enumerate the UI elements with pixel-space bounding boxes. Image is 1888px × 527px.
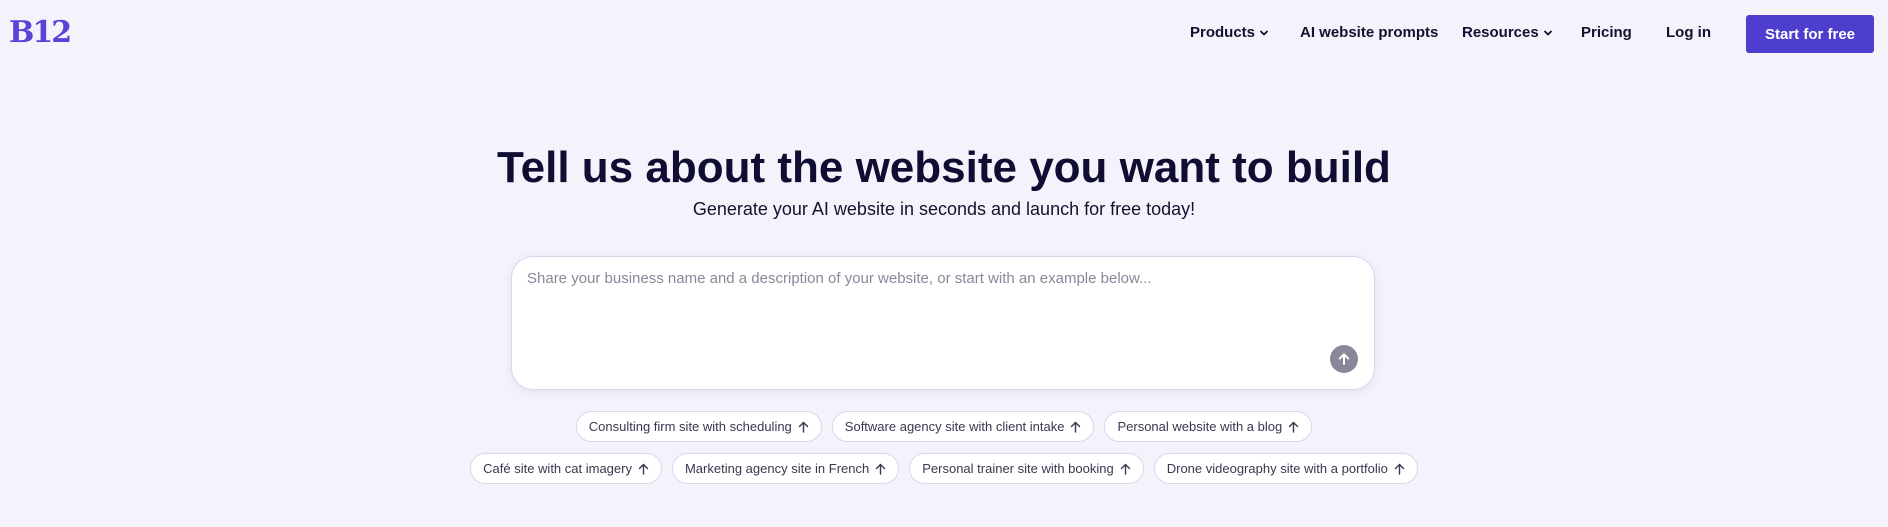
example-prompts-row-2: Café site with cat imagery Marketing age…: [0, 453, 1888, 484]
arrow-up-icon: [798, 421, 809, 433]
website-description-input[interactable]: [527, 269, 1347, 339]
example-chip-label: Personal website with a blog: [1117, 419, 1283, 434]
example-chip-label: Drone videography site with a portfolio: [1166, 461, 1388, 476]
example-chip-label: Software agency site with client intake: [844, 419, 1065, 434]
arrow-up-icon: [875, 463, 886, 475]
nav-products-label: Products: [1190, 24, 1256, 41]
nav-pricing-label: Pricing: [1581, 24, 1632, 41]
example-chip-software-agency[interactable]: Software agency site with client intake: [831, 411, 1095, 442]
example-chip-consulting[interactable]: Consulting firm site with scheduling: [575, 411, 822, 442]
example-chip-cafe[interactable]: Café site with cat imagery: [470, 453, 662, 484]
example-chip-marketing-agency[interactable]: Marketing agency site in French: [671, 453, 900, 484]
nav-log-in-label: Log in: [1666, 24, 1711, 41]
example-chip-label: Café site with cat imagery: [483, 461, 632, 476]
site-header: B12 Products AI website prompts Resource…: [0, 0, 1888, 66]
example-chip-label: Marketing agency site in French: [684, 461, 870, 476]
nav-ai-website-prompts[interactable]: AI website prompts: [1300, 22, 1438, 44]
page-title: Tell us about the website you want to bu…: [497, 143, 1391, 192]
b12-logo[interactable]: B12: [9, 14, 72, 52]
example-chip-label: Consulting firm site with scheduling: [588, 419, 792, 434]
arrow-up-icon: [1288, 421, 1299, 433]
submit-prompt-button[interactable]: [1330, 345, 1358, 373]
page-subtitle: Generate your AI website in seconds and …: [692, 199, 1196, 219]
arrow-up-icon: [638, 463, 649, 475]
nav-resources[interactable]: Resources: [1462, 22, 1553, 44]
nav-pricing[interactable]: Pricing: [1581, 22, 1632, 44]
nav-products[interactable]: Products: [1190, 22, 1269, 44]
arrow-up-icon: [1394, 463, 1405, 475]
arrow-up-icon: [1070, 421, 1081, 433]
chevron-down-icon: [1259, 28, 1269, 38]
arrow-up-icon: [1120, 463, 1131, 475]
example-chip-personal-blog[interactable]: Personal website with a blog: [1104, 411, 1313, 442]
example-chip-personal-trainer[interactable]: Personal trainer site with booking: [909, 453, 1144, 484]
example-prompts-row-1: Consulting firm site with scheduling Sof…: [0, 411, 1888, 442]
example-chip-drone-videography[interactable]: Drone videography site with a portfolio: [1153, 453, 1418, 484]
start-for-free-button[interactable]: Start for free: [1746, 15, 1874, 53]
prompt-box: [511, 256, 1375, 390]
nav-ai-website-prompts-label: AI website prompts: [1300, 24, 1439, 41]
arrow-up-icon: [1336, 351, 1352, 367]
nav-log-in[interactable]: Log in: [1666, 22, 1711, 44]
chevron-down-icon: [1543, 28, 1553, 38]
nav-resources-label: Resources: [1462, 24, 1539, 41]
example-chip-label: Personal trainer site with booking: [922, 461, 1114, 476]
